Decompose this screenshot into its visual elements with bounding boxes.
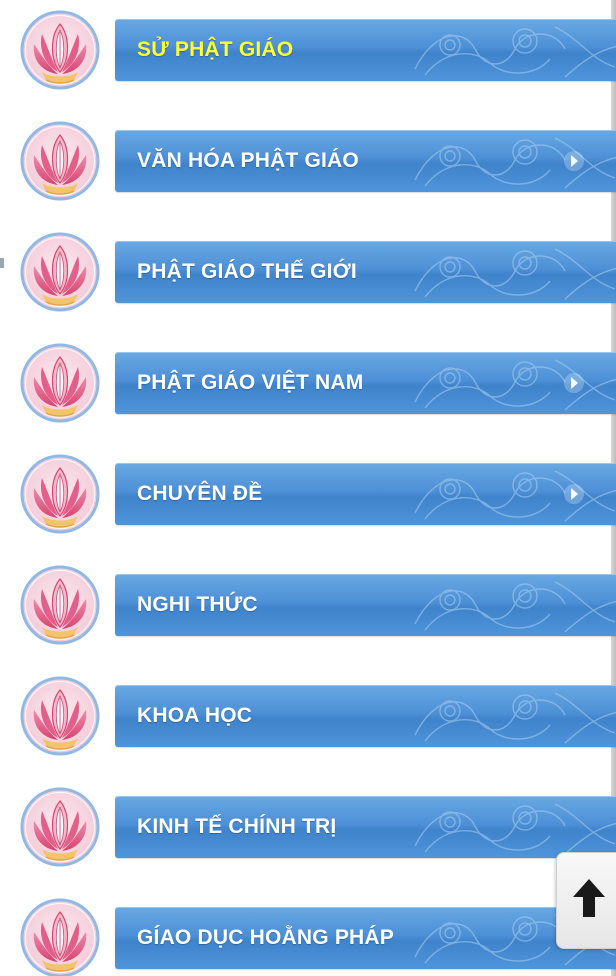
menu-item-bar[interactable]: PHẬT GIÁO VIỆT NAM — [115, 352, 616, 414]
arrow-up-icon — [573, 879, 605, 917]
menu-item[interactable]: KINH TẾ CHÍNH TRỊ — [20, 787, 616, 867]
menu-item[interactable]: GÍAO DỤC HOẰNG PHÁP — [20, 898, 616, 976]
menu-item-bar[interactable]: CHUYÊN ĐỀ — [115, 463, 616, 525]
menu-item-label: PHẬT GIÁO THẾ GIỚI — [137, 260, 357, 283]
menu-item-bar[interactable]: GÍAO DỤC HOẰNG PHÁP — [115, 907, 616, 969]
lotus-icon — [20, 898, 100, 976]
bar-pattern-decoration — [414, 581, 616, 633]
menu-item-label: PHẬT GIÁO VIỆT NAM — [137, 371, 364, 394]
bar-pattern-decoration — [414, 692, 616, 744]
menu-item[interactable]: PHẬT GIÁO VIỆT NAM — [20, 343, 616, 423]
menu-item-label: CHUYÊN ĐỀ — [137, 482, 263, 505]
menu-item-label: VĂN HÓA PHẬT GIÁO — [137, 149, 359, 172]
menu-item-label: KINH TẾ CHÍNH TRỊ — [137, 815, 337, 838]
chevron-right-icon[interactable] — [563, 483, 585, 505]
menu-item-label: KHOA HỌC — [137, 704, 253, 727]
lotus-icon — [20, 343, 100, 423]
menu-item-label: SỬ PHẬT GIÁO — [137, 38, 294, 61]
menu-item-bar[interactable]: VĂN HÓA PHẬT GIÁO — [115, 130, 616, 192]
menu-item-bar[interactable]: PHẬT GIÁO THẾ GIỚI — [115, 241, 616, 303]
lotus-icon — [20, 121, 100, 201]
menu-item-bar[interactable]: KHOA HỌC — [115, 685, 616, 747]
menu-item[interactable]: CHUYÊN ĐỀ — [20, 454, 616, 534]
lotus-icon — [20, 232, 100, 312]
bar-pattern-decoration — [414, 803, 616, 855]
lotus-icon — [20, 676, 100, 756]
menu-item-label: NGHI THỨC — [137, 593, 258, 616]
chevron-right-icon[interactable] — [563, 150, 585, 172]
menu-item[interactable]: VĂN HÓA PHẬT GIÁO — [20, 121, 616, 201]
menu-item-label: GÍAO DỤC HOẰNG PHÁP — [137, 926, 394, 949]
lotus-icon — [20, 787, 100, 867]
menu-item-bar[interactable]: NGHI THỨC — [115, 574, 616, 636]
menu-item-bar[interactable]: SỬ PHẬT GIÁO — [115, 19, 616, 81]
menu-item[interactable]: PHẬT GIÁO THẾ GIỚI — [20, 232, 616, 312]
menu-item-bar[interactable]: KINH TẾ CHÍNH TRỊ — [115, 796, 616, 858]
lotus-icon — [20, 10, 100, 90]
lotus-icon — [20, 565, 100, 645]
scroll-to-top-button[interactable] — [556, 852, 616, 949]
left-edge-marker — [0, 258, 4, 268]
menu-page: SỬ PHẬT GIÁO VĂN HÓA PHẬT GIÁO PHẬT GIÁO… — [0, 0, 616, 976]
lotus-icon — [20, 454, 100, 534]
menu-item[interactable]: KHOA HỌC — [20, 676, 616, 756]
menu-item[interactable]: NGHI THỨC — [20, 565, 616, 645]
menu-item[interactable]: SỬ PHẬT GIÁO — [20, 10, 616, 90]
chevron-right-icon[interactable] — [563, 372, 585, 394]
bar-pattern-decoration — [414, 248, 616, 300]
bar-pattern-decoration — [414, 26, 616, 78]
